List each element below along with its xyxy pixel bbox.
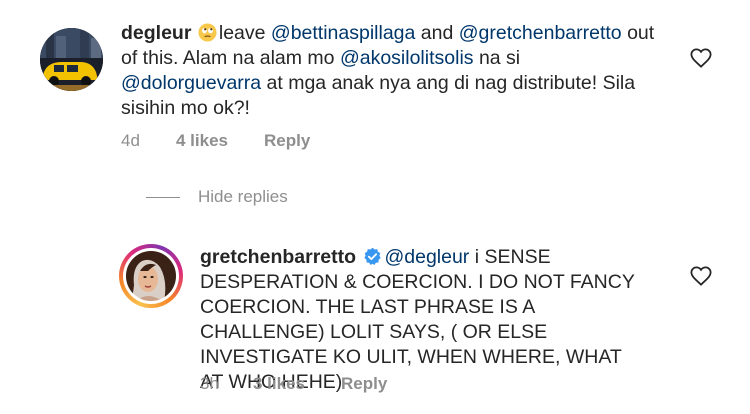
mention-link[interactable]: @bettinaspillaga <box>271 22 415 44</box>
mention-link[interactable]: @dolorguevarra <box>121 72 261 94</box>
hide-replies-toggle[interactable]: Hide replies <box>146 187 346 207</box>
mention-link[interactable]: @akosilolitsolis <box>340 47 474 69</box>
comment-segment: na si <box>473 47 521 69</box>
heart-outline-icon[interactable] <box>689 46 713 70</box>
comment-time: 3h <box>200 374 219 393</box>
likes-count[interactable]: 4 likes <box>176 131 228 151</box>
mention-link[interactable]: @degleur <box>384 246 469 268</box>
reply-button[interactable]: Reply <box>264 131 310 151</box>
rolling-eyes-emoji <box>198 23 217 42</box>
avatar-image <box>40 28 103 91</box>
mention-link[interactable]: @gretchenbarretto <box>459 22 622 44</box>
replies-divider-line <box>146 197 180 198</box>
comment-segment: and <box>415 22 459 44</box>
avatar-gretchenbarretto[interactable] <box>119 244 183 308</box>
likes-count[interactable]: 3 likes <box>253 374 305 394</box>
comment-degleur: degleur leave @bettinaspillaga and @gret… <box>121 21 661 121</box>
comment-segment: leave <box>218 22 271 44</box>
comment-segment: i SENSE DESPERATION & COERCION. I DO NOT… <box>200 246 635 393</box>
verified-badge-icon <box>364 247 382 266</box>
comment-gretchenbarretto: gretchenbarretto @degleur i SENSE DESPER… <box>200 245 640 395</box>
hide-replies-label: Hide replies <box>198 187 288 206</box>
heart-outline-icon[interactable] <box>689 264 713 288</box>
avatar-degleur[interactable] <box>40 28 103 91</box>
comment-username[interactable]: degleur <box>121 22 191 44</box>
avatar-image <box>126 251 176 301</box>
comment-username[interactable]: gretchenbarretto <box>200 246 356 268</box>
reply-button[interactable]: Reply <box>341 374 387 394</box>
comment-time: 4d <box>121 131 140 150</box>
